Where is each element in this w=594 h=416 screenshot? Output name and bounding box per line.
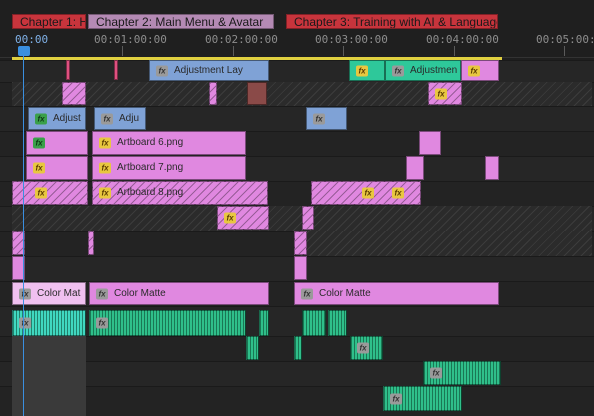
audio-clip[interactable]: fx: [89, 310, 246, 336]
fx-icon: fx: [392, 187, 404, 199]
clip-label: Adjustmen: [410, 64, 458, 76]
ruler-tick: [233, 46, 234, 56]
fx-icon: fx: [468, 65, 480, 76]
clip-color-matte[interactable]: fx Color Matte: [294, 282, 499, 305]
empty-hatched-region: [12, 82, 592, 106]
clip-artboard-7[interactable]: fx Artboard 7.png: [92, 156, 246, 180]
clip-green[interactable]: fx: [349, 60, 385, 81]
tick-label-4: 00:04:00:00: [426, 33, 499, 46]
clip-color-matte[interactable]: fx Color Matte: [89, 282, 269, 305]
clip-label: Adjust: [53, 112, 81, 124]
clip-pink[interactable]: fx: [217, 206, 269, 230]
clip-label: Color Matte: [319, 287, 371, 299]
ruler-tick: [343, 46, 344, 56]
track-a3: [0, 361, 594, 386]
chapter-marker-1[interactable]: Chapter 1: Hook: [12, 14, 86, 29]
clip-pink[interactable]: fx: [26, 131, 88, 155]
time-ruler[interactable]: [0, 30, 594, 58]
tick-label-2: 00:02:00:00: [205, 33, 278, 46]
fx-icon: fx: [392, 65, 404, 76]
fx-icon: fx: [101, 113, 113, 124]
fx-icon: fx: [19, 288, 31, 299]
clip-adjustment-layer[interactable]: fx: [306, 107, 347, 130]
fx-icon: fx: [357, 342, 369, 354]
ruler-tick: [454, 46, 455, 56]
fx-icon: fx: [224, 212, 236, 224]
clip-pink[interactable]: fx: [26, 156, 88, 180]
fx-icon: fx: [19, 317, 31, 329]
clip-red-marker[interactable]: [114, 60, 118, 80]
tick-label-1: 00:01:00:00: [94, 33, 167, 46]
audio-clip[interactable]: [259, 310, 269, 336]
track-v9: [0, 60, 594, 82]
clip-label: Artboard 8.png: [117, 187, 184, 198]
clip-adjustment-layer[interactable]: fx Adjustmen: [385, 60, 461, 81]
clip-label: Adju: [119, 112, 140, 124]
clip-artboard-6[interactable]: fx Artboard 6.png: [92, 131, 246, 155]
fx-icon: fx: [96, 317, 108, 329]
clip-pink[interactable]: [88, 231, 94, 255]
tick-label-3: 00:03:00:00: [315, 33, 388, 46]
clip-adjustment-layer[interactable]: fx Adjust: [28, 107, 86, 130]
clip-artboard-8[interactable]: fx Artboard 8.png: [92, 181, 268, 205]
fx-icon: fx: [356, 65, 368, 76]
track-v7: [0, 106, 594, 131]
clip-adjustment-layer[interactable]: fx Adju: [94, 107, 146, 130]
clip-pink[interactable]: [485, 156, 499, 180]
clip-pink[interactable]: [302, 206, 314, 230]
fx-icon: fx: [35, 187, 47, 199]
fx-icon: fx: [156, 65, 168, 76]
playhead-time-label: 00:00: [15, 33, 49, 46]
clip-pink[interactable]: [209, 82, 217, 105]
clip-label: Color Matte: [114, 287, 166, 299]
fx-icon: fx: [35, 113, 47, 124]
clip-red-marker[interactable]: [66, 60, 70, 80]
clip-pink[interactable]: [62, 82, 86, 105]
fx-icon: fx: [99, 162, 111, 174]
playhead-line[interactable]: [23, 56, 24, 416]
fx-icon: fx: [99, 187, 111, 199]
clip-pink[interactable]: [406, 156, 424, 180]
clip-pink[interactable]: fx: [461, 60, 499, 81]
clip-pink[interactable]: [294, 231, 307, 255]
ruler-tick: [564, 46, 565, 56]
clip-pink[interactable]: fx: [428, 82, 462, 105]
chapter-marker-2[interactable]: Chapter 2: Main Menu & Avatar: [88, 14, 274, 29]
tick-label-5: 00:05:00:00: [536, 33, 594, 46]
audio-clip[interactable]: fx: [350, 336, 383, 360]
audio-clip[interactable]: [246, 336, 259, 360]
fx-icon: fx: [99, 137, 111, 149]
audio-clip[interactable]: [302, 310, 326, 336]
track-a4: [0, 386, 594, 416]
clip-brown[interactable]: [247, 82, 267, 105]
track-v5: [0, 156, 594, 181]
clip-adjustment-layer[interactable]: fx Adjustment Lay: [149, 60, 269, 81]
clip-pink[interactable]: [294, 256, 307, 280]
fx-icon: fx: [301, 288, 313, 299]
fx-icon: fx: [33, 137, 45, 149]
audio-clip[interactable]: fx: [383, 386, 462, 411]
clip-pink[interactable]: [419, 131, 441, 155]
chapter-marker-3[interactable]: Chapter 3: Training with AI & Language: [286, 14, 498, 29]
ruler-tick: [122, 46, 123, 56]
audio-clip[interactable]: [328, 310, 347, 336]
fx-icon: fx: [33, 162, 45, 174]
clip-label: Artboard 7.png: [117, 162, 184, 173]
track-v4: [0, 181, 594, 206]
audio-clip[interactable]: fx: [423, 361, 501, 385]
fx-icon: fx: [96, 288, 108, 299]
clip-label: Artboard 6.png: [117, 137, 184, 148]
fx-icon: fx: [435, 88, 447, 99]
clip-pink[interactable]: fx fx: [311, 181, 421, 205]
playhead-icon[interactable]: [18, 46, 30, 56]
clip-label: Adjustment Lay: [174, 64, 243, 76]
audio-clip[interactable]: [294, 336, 302, 360]
clip-label: Color Mat: [37, 287, 81, 299]
track-v6: [0, 131, 594, 156]
empty-hatched-region: [300, 231, 592, 256]
fx-icon: fx: [313, 113, 325, 124]
fx-icon: fx: [362, 187, 374, 199]
fx-icon: fx: [430, 367, 442, 379]
fx-icon: fx: [390, 393, 402, 404]
